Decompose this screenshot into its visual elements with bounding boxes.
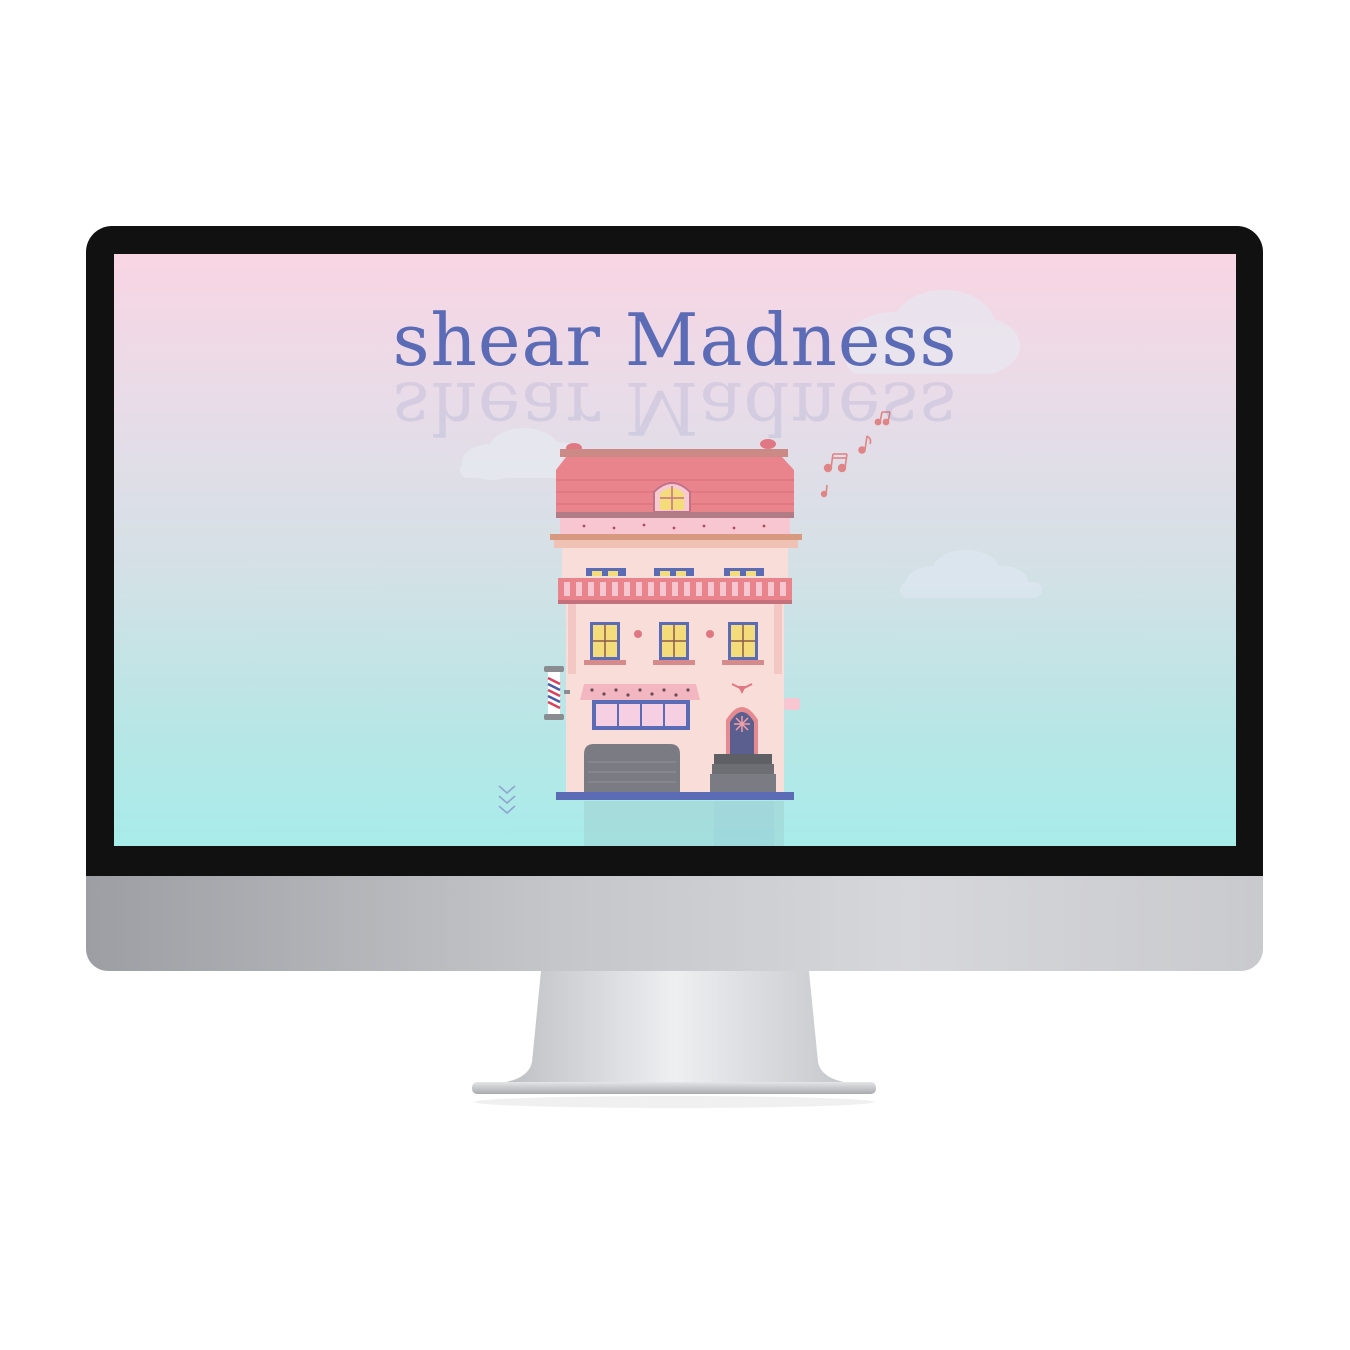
windows-floor-2 <box>584 622 764 665</box>
building-reflection <box>584 801 784 846</box>
cloud-right <box>900 550 1042 598</box>
chevron-down-icon[interactable] <box>496 782 518 822</box>
website-screen: shear Madness shear Madness <box>114 254 1236 846</box>
building <box>544 439 802 800</box>
monitor-chin <box>86 876 1263 971</box>
site-title-reflection: shear Madness <box>392 366 958 450</box>
